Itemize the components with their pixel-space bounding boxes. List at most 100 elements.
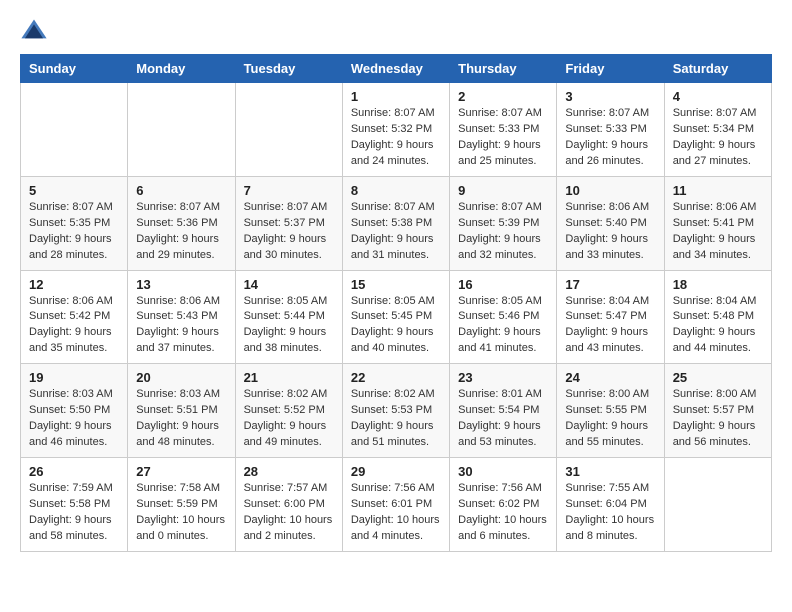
day-number: 22	[351, 370, 441, 385]
day-cell: 15 Sunrise: 8:05 AMSunset: 5:45 PMDayligh…	[342, 270, 449, 364]
calendar-body: 1 Sunrise: 8:07 AMSunset: 5:32 PMDaylight…	[21, 83, 772, 552]
day-cell: 20 Sunrise: 8:03 AMSunset: 5:51 PMDayligh…	[128, 364, 235, 458]
day-cell: 5Sunrise: 8:07 AMSunset: 5:35 PMDaylight…	[21, 176, 128, 270]
day-cell: 26 Sunrise: 7:59 AMSunset: 5:58 PMDayligh…	[21, 458, 128, 552]
day-cell: 17 Sunrise: 8:04 AMSunset: 5:47 PMDayligh…	[557, 270, 664, 364]
day-cell	[235, 83, 342, 177]
day-info: Sunrise: 8:06 AMSunset: 5:41 PMDaylight:…	[673, 200, 763, 264]
day-info: Sunrise: 8:03 AMSunset: 5:51 PMDaylight:…	[136, 387, 226, 451]
day-cell	[21, 83, 128, 177]
day-number: 24	[565, 370, 655, 385]
weekday-header-saturday: Saturday	[664, 55, 771, 83]
week-row-2: 5Sunrise: 8:07 AMSunset: 5:35 PMDaylight…	[21, 176, 772, 270]
day-cell: 23 Sunrise: 8:01 AMSunset: 5:54 PMDayligh…	[450, 364, 557, 458]
day-number: 13	[136, 277, 226, 292]
day-cell	[128, 83, 235, 177]
weekday-header-wednesday: Wednesday	[342, 55, 449, 83]
day-cell: 31Sunrise: 7:55 AMSunset: 6:04 PMDayligh…	[557, 458, 664, 552]
day-info: Sunrise: 8:00 AMSunset: 5:57 PMDaylight:…	[673, 387, 763, 451]
day-number: 15	[351, 277, 441, 292]
week-row-3: 12 Sunrise: 8:06 AMSunset: 5:42 PMDayligh…	[21, 270, 772, 364]
day-info: Sunrise: 7:56 AMSunset: 6:02 PMDaylight:…	[458, 481, 548, 545]
day-cell: 6Sunrise: 8:07 AMSunset: 5:36 PMDaylight…	[128, 176, 235, 270]
day-number: 1	[351, 89, 441, 104]
weekday-header-thursday: Thursday	[450, 55, 557, 83]
day-cell: 30 Sunrise: 7:56 AMSunset: 6:02 PMDayligh…	[450, 458, 557, 552]
day-number: 6	[136, 183, 226, 198]
day-number: 18	[673, 277, 763, 292]
day-cell: 12 Sunrise: 8:06 AMSunset: 5:42 PMDayligh…	[21, 270, 128, 364]
day-number: 12	[29, 277, 119, 292]
day-info: Sunrise: 8:05 AMSunset: 5:46 PMDaylight:…	[458, 294, 548, 358]
weekday-header-tuesday: Tuesday	[235, 55, 342, 83]
day-cell: 8 Sunrise: 8:07 AMSunset: 5:38 PMDaylight…	[342, 176, 449, 270]
day-info: Sunrise: 8:07 AMSunset: 5:35 PMDaylight:…	[29, 200, 119, 264]
day-cell: 4Sunrise: 8:07 AMSunset: 5:34 PMDaylight…	[664, 83, 771, 177]
week-row-4: 19Sunrise: 8:03 AMSunset: 5:50 PMDayligh…	[21, 364, 772, 458]
day-info: Sunrise: 8:07 AMSunset: 5:38 PMDaylight:…	[351, 200, 441, 264]
weekday-header-monday: Monday	[128, 55, 235, 83]
day-cell: 22Sunrise: 8:02 AMSunset: 5:53 PMDayligh…	[342, 364, 449, 458]
day-info: Sunrise: 8:07 AMSunset: 5:32 PMDaylight:…	[351, 106, 441, 170]
day-info: Sunrise: 8:01 AMSunset: 5:54 PMDaylight:…	[458, 387, 548, 451]
day-info: Sunrise: 7:56 AMSunset: 6:01 PMDaylight:…	[351, 481, 441, 545]
header	[20, 16, 772, 44]
day-cell: 25Sunrise: 8:00 AMSunset: 5:57 PMDayligh…	[664, 364, 771, 458]
day-number: 2	[458, 89, 548, 104]
day-number: 11	[673, 183, 763, 198]
day-info: Sunrise: 8:07 AMSunset: 5:39 PMDaylight:…	[458, 200, 548, 264]
day-cell: 18 Sunrise: 8:04 AMSunset: 5:48 PMDayligh…	[664, 270, 771, 364]
day-number: 16	[458, 277, 548, 292]
day-number: 29	[351, 464, 441, 479]
day-number: 7	[244, 183, 334, 198]
day-cell: 24 Sunrise: 8:00 AMSunset: 5:55 PMDayligh…	[557, 364, 664, 458]
day-number: 8	[351, 183, 441, 198]
day-cell: 11 Sunrise: 8:06 AMSunset: 5:41 PMDayligh…	[664, 176, 771, 270]
week-row-5: 26 Sunrise: 7:59 AMSunset: 5:58 PMDayligh…	[21, 458, 772, 552]
day-info: Sunrise: 8:04 AMSunset: 5:48 PMDaylight:…	[673, 294, 763, 358]
day-cell: 27 Sunrise: 7:58 AMSunset: 5:59 PMDayligh…	[128, 458, 235, 552]
day-info: Sunrise: 7:58 AMSunset: 5:59 PMDaylight:…	[136, 481, 226, 545]
day-cell: 14 Sunrise: 8:05 AMSunset: 5:44 PMDayligh…	[235, 270, 342, 364]
day-cell	[664, 458, 771, 552]
day-number: 28	[244, 464, 334, 479]
day-info: Sunrise: 8:07 AMSunset: 5:37 PMDaylight:…	[244, 200, 334, 264]
day-info: Sunrise: 8:00 AMSunset: 5:55 PMDaylight:…	[565, 387, 655, 451]
day-info: Sunrise: 8:02 AMSunset: 5:52 PMDaylight:…	[244, 387, 334, 451]
day-info: Sunrise: 8:06 AMSunset: 5:42 PMDaylight:…	[29, 294, 119, 358]
day-number: 20	[136, 370, 226, 385]
day-info: Sunrise: 8:06 AMSunset: 5:40 PMDaylight:…	[565, 200, 655, 264]
week-row-1: 1 Sunrise: 8:07 AMSunset: 5:32 PMDaylight…	[21, 83, 772, 177]
day-number: 14	[244, 277, 334, 292]
day-number: 17	[565, 277, 655, 292]
day-info: Sunrise: 7:59 AMSunset: 5:58 PMDaylight:…	[29, 481, 119, 545]
day-info: Sunrise: 8:05 AMSunset: 5:45 PMDaylight:…	[351, 294, 441, 358]
day-cell: 10Sunrise: 8:06 AMSunset: 5:40 PMDayligh…	[557, 176, 664, 270]
day-cell: 1 Sunrise: 8:07 AMSunset: 5:32 PMDaylight…	[342, 83, 449, 177]
weekday-header-friday: Friday	[557, 55, 664, 83]
day-cell: 3Sunrise: 8:07 AMSunset: 5:33 PMDaylight…	[557, 83, 664, 177]
day-cell: 21Sunrise: 8:02 AMSunset: 5:52 PMDayligh…	[235, 364, 342, 458]
day-info: Sunrise: 7:57 AMSunset: 6:00 PMDaylight:…	[244, 481, 334, 545]
weekday-row: SundayMondayTuesdayWednesdayThursdayFrid…	[21, 55, 772, 83]
day-cell: 2 Sunrise: 8:07 AMSunset: 5:33 PMDaylight…	[450, 83, 557, 177]
day-info: Sunrise: 8:04 AMSunset: 5:47 PMDaylight:…	[565, 294, 655, 358]
day-info: Sunrise: 8:06 AMSunset: 5:43 PMDaylight:…	[136, 294, 226, 358]
logo	[20, 16, 52, 44]
calendar-table: SundayMondayTuesdayWednesdayThursdayFrid…	[20, 54, 772, 552]
day-info: Sunrise: 8:03 AMSunset: 5:50 PMDaylight:…	[29, 387, 119, 451]
day-number: 3	[565, 89, 655, 104]
day-number: 26	[29, 464, 119, 479]
day-number: 31	[565, 464, 655, 479]
day-cell: 29 Sunrise: 7:56 AMSunset: 6:01 PMDayligh…	[342, 458, 449, 552]
day-number: 30	[458, 464, 548, 479]
page: SundayMondayTuesdayWednesdayThursdayFrid…	[0, 0, 792, 572]
day-number: 27	[136, 464, 226, 479]
day-info: Sunrise: 8:07 AMSunset: 5:33 PMDaylight:…	[458, 106, 548, 170]
day-cell: 28 Sunrise: 7:57 AMSunset: 6:00 PMDayligh…	[235, 458, 342, 552]
day-number: 23	[458, 370, 548, 385]
day-cell: 19Sunrise: 8:03 AMSunset: 5:50 PMDayligh…	[21, 364, 128, 458]
day-info: Sunrise: 8:05 AMSunset: 5:44 PMDaylight:…	[244, 294, 334, 358]
day-cell: 13 Sunrise: 8:06 AMSunset: 5:43 PMDayligh…	[128, 270, 235, 364]
day-cell: 9Sunrise: 8:07 AMSunset: 5:39 PMDaylight…	[450, 176, 557, 270]
